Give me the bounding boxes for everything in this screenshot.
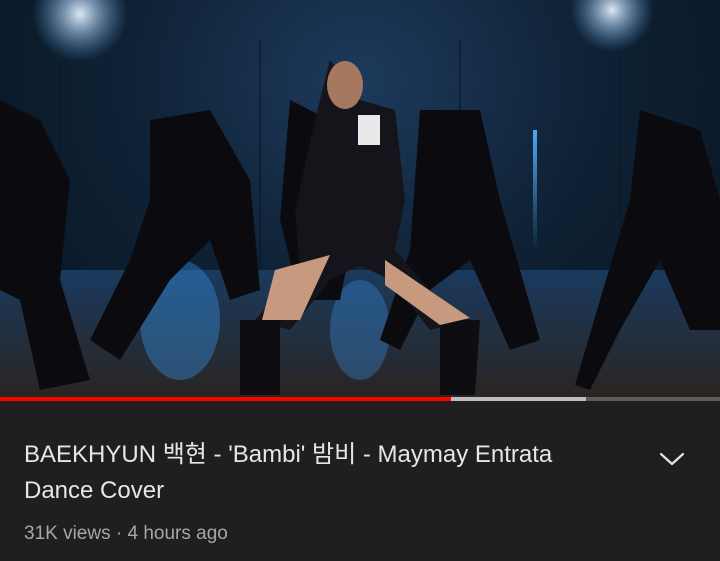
meta-separator: · (115, 523, 123, 544)
video-title-line2: Dance Cover (24, 477, 165, 504)
upload-time: 4 hours ago (127, 523, 228, 544)
view-count: 31K views (24, 523, 111, 544)
video-info: BAEKHYUN 백현 - 'Bambi' 밤비 - Maymay Entrat… (0, 401, 720, 561)
expand-description-button[interactable] (652, 441, 692, 477)
chevron-down-icon (659, 452, 685, 466)
video-title-line1: BAEKHYUN 백현 - 'Bambi' 밤비 - Maymay Entrat… (24, 441, 553, 468)
video-meta: 31K views · 4 hours ago (24, 522, 228, 546)
video-frame (0, 0, 720, 401)
video-player[interactable] (0, 0, 720, 401)
video-title[interactable]: BAEKHYUN 백현 - 'Bambi' 밤비 - Maymay Entrat… (24, 437, 624, 509)
